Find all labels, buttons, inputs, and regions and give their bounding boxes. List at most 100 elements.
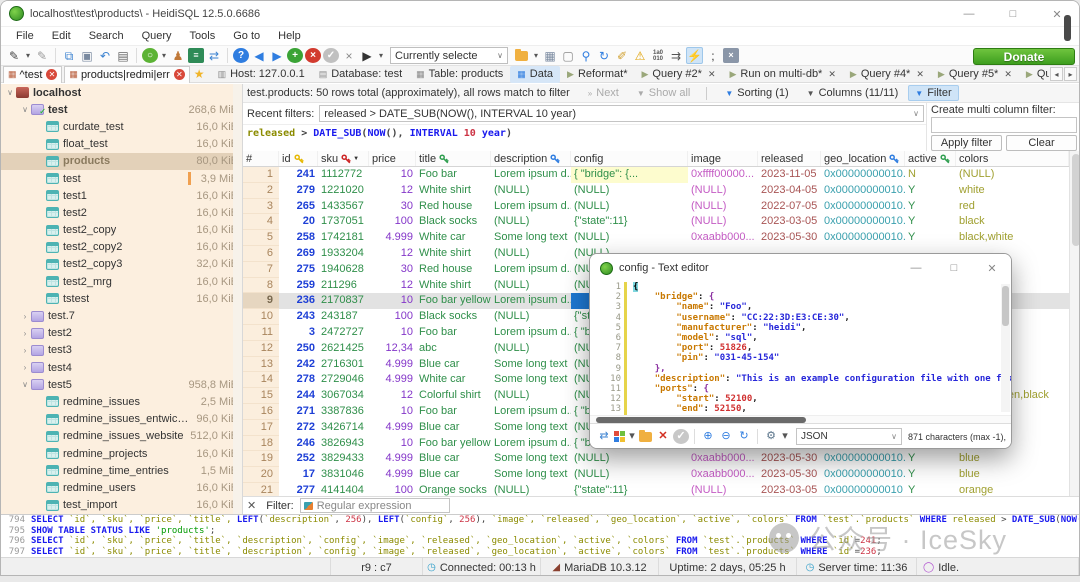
cell-title[interactable]: Foo bar yellow [416, 293, 491, 309]
zoom-in-icon[interactable]: ⊕ [700, 428, 716, 445]
cell-config[interactable]: (NULL) [571, 467, 688, 483]
cell-sku[interactable]: 2170837 [318, 293, 369, 309]
snippets-icon[interactable]: ▢ [560, 47, 576, 64]
cell-description[interactable]: (NULL) [491, 246, 571, 262]
cell-num[interactable]: 6 [243, 246, 279, 262]
tree-item-test2-mrg[interactable]: test2_mrg16,0 KiB [1, 273, 242, 290]
grid-scrollbar[interactable] [1069, 151, 1080, 499]
cell-id[interactable]: 275 [279, 262, 318, 278]
open-file-dropdown[interactable]: ▾ [532, 47, 540, 64]
cell-sku[interactable]: 1737051 [318, 214, 369, 230]
show-all-button[interactable]: ▼ Show all [637, 87, 691, 99]
cell-id[interactable]: 259 [279, 278, 318, 294]
editor-hscrollbar[interactable] [590, 415, 1011, 423]
paste-icon[interactable]: ▣ [79, 47, 95, 64]
editor-code[interactable]: { "bridge": { "name": "Foo", "username":… [627, 282, 1011, 415]
zoom-out-icon[interactable]: ⊖ [718, 428, 734, 445]
column-header-active[interactable]: active [905, 151, 956, 166]
cell-released[interactable]: 2023-05-30 [758, 467, 821, 483]
editor-title-bar[interactable]: config - Text editor — □ ✕ [590, 254, 1011, 282]
minimize-button[interactable]: — [897, 254, 935, 282]
cell-id[interactable]: 252 [279, 451, 318, 467]
clear-filter-button[interactable]: Clear [1006, 135, 1077, 151]
power-icon[interactable]: ○ [142, 48, 158, 63]
cell-num[interactable]: 2 [243, 183, 279, 199]
tree-item-test2[interactable]: test216,0 KiB [1, 204, 242, 221]
cell-active[interactable]: N [905, 167, 956, 183]
cell-title[interactable]: Foo bar [416, 404, 491, 420]
cell-price[interactable]: 4.999 [369, 372, 416, 388]
tab-reformat-[interactable]: ▶Reformat* [560, 66, 634, 83]
cell-sku[interactable]: 2729046 [318, 372, 369, 388]
cell-released[interactable]: 2023-03-05 [758, 214, 821, 230]
help-icon[interactable]: ? [233, 48, 249, 63]
expander-icon[interactable]: › [20, 312, 30, 321]
cell-sku[interactable]: 243187 [318, 309, 369, 325]
menu-query[interactable]: Query [133, 30, 181, 42]
wrench-dropdown[interactable]: ▾ [781, 428, 789, 445]
cell-sku[interactable]: 3426714 [318, 420, 369, 436]
cell-id[interactable]: 241 [279, 167, 318, 183]
cell-num[interactable]: 9 [243, 293, 279, 309]
cell-config[interactable]: (NULL) [571, 230, 688, 246]
tree-item-test1[interactable]: test116,0 KiB [1, 187, 242, 204]
close-icon[interactable]: ✕ [46, 69, 57, 80]
post-icon[interactable]: ✓ [323, 48, 339, 63]
maximize-button[interactable]: □ [935, 254, 973, 282]
cell-config[interactable]: (NULL) [571, 183, 688, 199]
cell-description[interactable]: (NULL) [491, 341, 571, 357]
columns-button[interactable]: ▼ Columns (11/11) [807, 87, 899, 99]
apps-icon[interactable] [614, 431, 626, 443]
discard-icon[interactable]: × [341, 47, 357, 64]
filter-button[interactable]: ▼ Filter [908, 85, 958, 101]
cell-price[interactable]: 12 [369, 278, 416, 294]
cell-description[interactable]: Some long text [491, 467, 571, 483]
cell-sku[interactable]: 3829433 [318, 451, 369, 467]
cell-price[interactable]: 10 [369, 167, 416, 183]
cell-config[interactable]: {"state":11} [571, 214, 688, 230]
cell-price[interactable]: 4.999 [369, 420, 416, 436]
tree-item-redmine-issues-website[interactable]: redmine_issues_website512,0 KiB [1, 428, 242, 445]
cell-price[interactable]: 4.999 [369, 357, 416, 373]
cell-geo_location[interactable]: 0x00000000010... [821, 451, 905, 467]
cell-description[interactable]: Lorem ipsum d... [491, 293, 571, 309]
cell-sku[interactable]: 3831046 [318, 467, 369, 483]
close-tab-icon[interactable]: ✕ [708, 69, 716, 80]
cancel-icon[interactable]: ✕ [655, 428, 671, 445]
undo-icon[interactable]: ↶ [97, 47, 113, 64]
cell-title[interactable]: Black socks [416, 309, 491, 325]
sync-icon[interactable]: ⇄ [206, 47, 222, 64]
cell-geo_location[interactable]: 0x00000000010... [821, 167, 905, 183]
expander-icon[interactable]: › [20, 329, 30, 338]
cell-description[interactable]: Some long text [491, 451, 571, 467]
column-header-config[interactable]: config [571, 151, 688, 166]
expander-icon[interactable]: ∨ [20, 105, 30, 114]
cell-description[interactable]: (NULL) [491, 183, 571, 199]
menu-tools[interactable]: Tools [181, 30, 225, 42]
cell-image[interactable]: (NULL) [688, 199, 758, 215]
language-combobox[interactable]: JSON ∨ [796, 428, 902, 445]
search-icon[interactable]: ⚲ [578, 47, 594, 64]
close-tab-icon[interactable]: ✕ [1004, 69, 1012, 80]
wrap-lines-icon[interactable]: ⇄ [596, 428, 612, 445]
cell-colors[interactable]: blue [956, 467, 1069, 483]
cell-description[interactable]: Some long text [491, 357, 571, 373]
session-combobox[interactable]: Currently selecte ∨ [390, 47, 508, 64]
cell-image[interactable]: 0xaabb000... [688, 451, 758, 467]
filter-sql-editor[interactable]: released > DATE_SUB(NOW(), INTERVAL 10 y… [243, 124, 926, 151]
menu-file[interactable]: File [7, 30, 43, 42]
close-tab-icon[interactable]: ✕ [916, 69, 924, 80]
cell-num[interactable]: 16 [243, 404, 279, 420]
expander-icon[interactable]: ∨ [5, 88, 15, 97]
cell-title[interactable]: Foo bar yellow [416, 436, 491, 452]
cell-id[interactable]: 272 [279, 420, 318, 436]
cell-title[interactable]: Colorful shirt [416, 388, 491, 404]
cell-active[interactable]: Y [905, 230, 956, 246]
cell-id[interactable]: 17 [279, 467, 318, 483]
recent-filters-combobox[interactable]: released > DATE_SUB(NOW(), INTERVAL 10 y… [319, 105, 924, 122]
tree-item-test-import[interactable]: test_import16,0 KiB [1, 497, 242, 514]
cell-geo_location[interactable]: 0x00000000010... [821, 467, 905, 483]
cell-active[interactable]: Y [905, 467, 956, 483]
cell-num[interactable]: 3 [243, 199, 279, 215]
donate-button[interactable]: Donate [973, 48, 1075, 65]
